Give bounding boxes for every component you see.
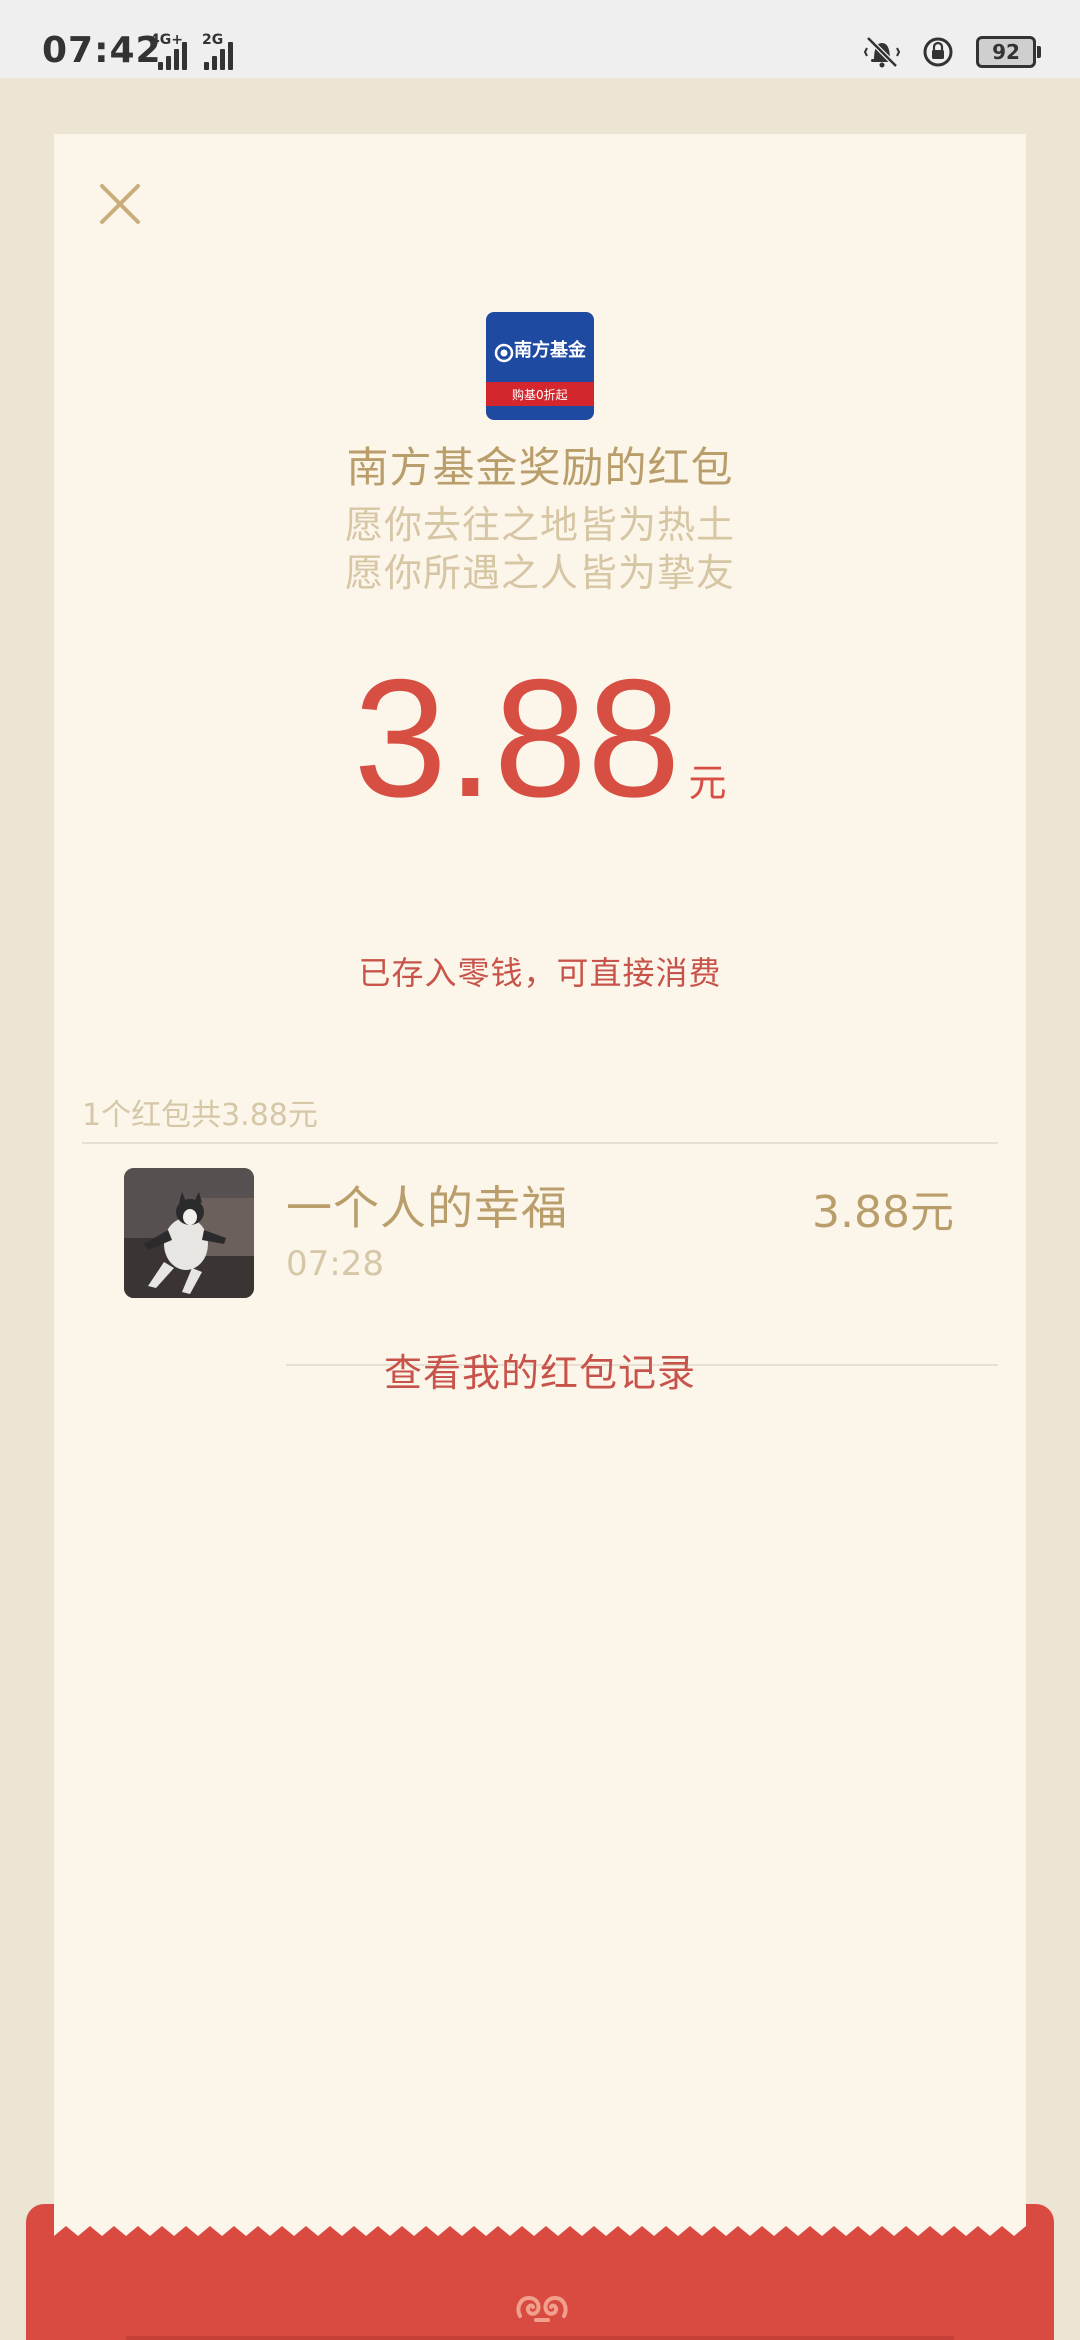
- record-time: 07:28: [286, 1244, 384, 1284]
- rotation-lock-icon: [920, 34, 956, 70]
- signal-4g: 4G+: [136, 32, 196, 72]
- signal-bars-icon: [158, 42, 187, 70]
- logo-name: 南方基金: [514, 340, 586, 361]
- list-item[interactable]: 一个人的幸福 07:28 3.88元: [54, 234, 1026, 1298]
- deposit-note: 已存入零钱，可直接消费: [358, 954, 722, 992]
- signal-bars-icon: [204, 42, 233, 70]
- blessing-line-1: 愿你去往之地皆为热土: [344, 503, 735, 547]
- vibrate-icon: [864, 34, 900, 70]
- record-name: 一个人的幸福: [286, 1181, 568, 1235]
- logo-slogan: 购基0折起: [512, 388, 568, 402]
- signal-2g: 2G: [200, 32, 250, 72]
- sender-title: 南方基金奖励的红包: [346, 443, 734, 492]
- red-packet-card: 南方基金 购基0折起 南方基金奖励的红包 愿你去往之地皆为热土 愿你所遇之人皆为…: [54, 134, 1026, 2254]
- status-icons: 92: [864, 34, 1041, 70]
- packet-summary: 1个红包共3.88元: [82, 1098, 318, 1133]
- close-icon[interactable]: [90, 174, 150, 234]
- view-history-link[interactable]: 查看我的红包记录: [54, 1342, 1026, 1397]
- envelope-bottom: [26, 2204, 1054, 2340]
- sender-logo: 南方基金 购基0折起: [486, 312, 594, 420]
- cloud-swirl-icon: [514, 2286, 570, 2326]
- envelope-bottom-line: [126, 2336, 954, 2340]
- avatar: [124, 1168, 254, 1298]
- record-amount: 3.88元: [812, 1187, 954, 1238]
- amount-display: 3.88 元: [54, 654, 1026, 822]
- blessing-line-2: 愿你所遇之人皆为挚友: [344, 551, 735, 595]
- battery-icon: 92: [976, 36, 1041, 68]
- amount-unit: 元: [688, 761, 727, 805]
- amount-value: 3.88: [353, 644, 681, 832]
- envelope-zigzag-edge: [54, 2204, 1026, 2244]
- status-bar: 07:42 4G+ 2G 92: [0, 0, 1080, 78]
- summary-divider: [82, 1142, 998, 1144]
